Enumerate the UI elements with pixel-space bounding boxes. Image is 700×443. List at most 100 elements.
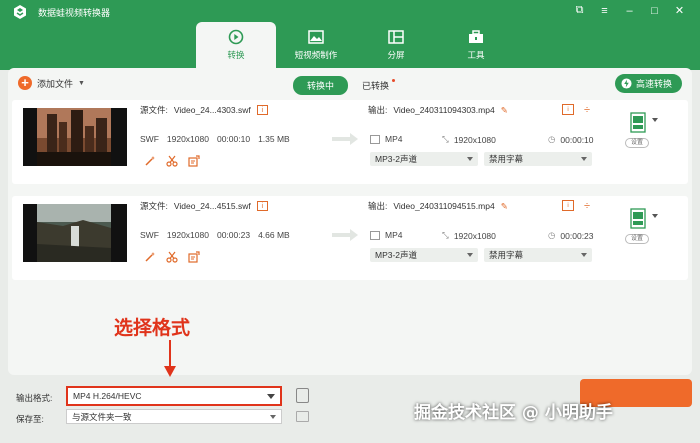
maximize-button[interactable]: □ [648, 4, 661, 17]
output-label: 输出: [368, 201, 388, 211]
output-file: 输出: Video_240311094515.mp4 ✎ [368, 200, 508, 212]
film-icon [370, 134, 380, 144]
subtitle-select[interactable]: 禁用字幕 [484, 152, 592, 166]
compress-icon[interactable]: ÷ [581, 104, 593, 116]
add-file-button[interactable]: + 添加文件 ▼ [18, 76, 85, 90]
arrow-down-icon [164, 340, 176, 377]
scissors-icon[interactable] [166, 155, 178, 167]
source-format: SWF [140, 134, 159, 144]
subtitle-value: 禁用字幕 [489, 154, 524, 164]
arrow-right-icon [332, 229, 358, 241]
source-duration: 00:00:23 [216, 230, 251, 240]
arrow-right-icon [332, 133, 358, 145]
tab-converted[interactable]: 已转换 [362, 79, 396, 92]
save-to-value: 与源文件夹一致 [72, 411, 132, 422]
source-label: 源文件: [140, 105, 168, 115]
chevron-down-icon [267, 393, 275, 399]
resolution-icon: ⤡ [442, 134, 449, 144]
file-card: 源文件: Video_24...4515.swf i SWF 1920x1080… [12, 196, 688, 280]
status-switch: 转换中 已转换 [293, 76, 396, 95]
subtitle-select[interactable]: 禁用字幕 [484, 248, 592, 262]
source-file: 源文件: Video_24...4303.swf i [140, 104, 268, 116]
mp4-format-icon[interactable] [628, 208, 650, 230]
info-icon[interactable]: i [562, 104, 574, 115]
feedback-icon[interactable]: ⧉ [573, 4, 586, 17]
clock-icon: ◷ [548, 134, 556, 144]
chevron-down-icon[interactable] [652, 118, 658, 122]
source-label: 源文件: [140, 201, 168, 211]
source-file: 源文件: Video_24...4515.swf i [140, 200, 268, 212]
toolbar: + 添加文件 ▼ 转换中 已转换 高速转换 [8, 68, 692, 98]
info-icon[interactable]: i [256, 201, 268, 211]
output-format: MP4 [385, 230, 403, 240]
subtitle-edit-icon[interactable] [188, 155, 200, 167]
source-filename: Video_24...4303.swf [173, 105, 251, 115]
source-duration: 00:00:10 [216, 134, 251, 144]
output-format-select[interactable]: MP4 H.264/HEVC [66, 386, 282, 406]
film-icon [370, 230, 380, 240]
edit-tools [144, 251, 200, 263]
chevron-down-icon [467, 253, 473, 257]
output-label: 输出: [368, 105, 388, 115]
mp4-format-icon[interactable] [628, 112, 650, 134]
fast-convert-label: 高速转换 [635, 79, 672, 89]
file-card: 源文件: Video_24...4303.swf i SWF 1920x1080… [12, 100, 688, 184]
title-bar: 数据蛙视频转换器 ⧉ ≡ – □ ✕ 转换 短视频制作 分屏 工具 [0, 0, 700, 70]
magic-wand-icon[interactable] [144, 251, 156, 263]
chevron-down-icon[interactable]: ▼ [78, 80, 85, 87]
settings-button[interactable]: 设置 [625, 138, 649, 148]
fast-convert-button[interactable]: 高速转换 [614, 74, 682, 93]
compress-icon[interactable]: ÷ [581, 200, 593, 212]
subtitle-value: 禁用字幕 [489, 250, 524, 260]
tab-short-video[interactable]: 短视频制作 [276, 22, 356, 68]
app-logo-icon [14, 5, 26, 19]
info-icon[interactable]: i [256, 105, 268, 115]
tab-convert[interactable]: 转换 [196, 22, 276, 68]
audio-select[interactable]: MP3-2声道 [370, 248, 478, 262]
clock-icon: ◷ [548, 230, 556, 240]
app-title: 数据蛙视频转换器 [38, 8, 111, 18]
chevron-down-icon[interactable] [652, 214, 658, 218]
output-format-value: MP4 H.264/HEVC [73, 391, 142, 401]
thumbnail-image [23, 204, 127, 262]
source-meta: SWF 1920x1080 00:00:10 1.35 MB [140, 134, 290, 144]
magic-wand-icon[interactable] [144, 155, 156, 167]
settings-button[interactable]: 设置 [625, 234, 649, 244]
video-thumbnail[interactable] [23, 108, 127, 166]
source-resolution: 1920x1080 [166, 230, 209, 240]
audio-select[interactable]: MP3-2声道 [370, 152, 478, 166]
plus-icon: + [18, 76, 32, 90]
output-duration: 00:00:23 [560, 230, 594, 241]
edit-name-icon[interactable]: ✎ [501, 105, 508, 116]
scissors-icon[interactable] [166, 251, 178, 263]
edit-tools [144, 155, 200, 167]
tab-split-screen[interactable]: 分屏 [356, 22, 436, 68]
source-filename: Video_24...4515.swf [173, 201, 251, 211]
window-controls: ⧉ ≡ – □ ✕ [573, 4, 686, 17]
format-settings-icon[interactable] [296, 388, 309, 403]
tab-converting[interactable]: 转换中 [293, 76, 349, 95]
chevron-down-icon [581, 253, 587, 257]
output-resolution: 1920x1080 [453, 134, 496, 145]
chevron-down-icon [467, 157, 473, 161]
convert-icon [228, 29, 244, 45]
subtitle-edit-icon[interactable] [188, 251, 200, 263]
output-actions: i ÷ [562, 200, 593, 212]
toolbox-icon [469, 30, 483, 43]
minimize-button[interactable]: – [623, 4, 636, 17]
resolution-icon: ⤡ [442, 230, 449, 240]
folder-icon[interactable] [296, 411, 309, 422]
edit-name-icon[interactable]: ✎ [501, 201, 508, 212]
menu-icon[interactable]: ≡ [598, 4, 611, 17]
save-to-select[interactable]: 与源文件夹一致 [66, 409, 282, 424]
output-duration: 00:00:10 [560, 134, 594, 145]
tab-tools[interactable]: 工具 [436, 22, 516, 68]
close-button[interactable]: ✕ [673, 4, 686, 17]
main-tabs: 转换 短视频制作 分屏 工具 [196, 22, 516, 68]
chevron-down-icon [581, 157, 587, 161]
source-resolution: 1920x1080 [166, 134, 209, 144]
source-size: 4.66 MB [258, 230, 290, 240]
source-format: SWF [140, 230, 159, 240]
info-icon[interactable]: i [562, 200, 574, 211]
video-thumbnail[interactable] [23, 204, 127, 262]
